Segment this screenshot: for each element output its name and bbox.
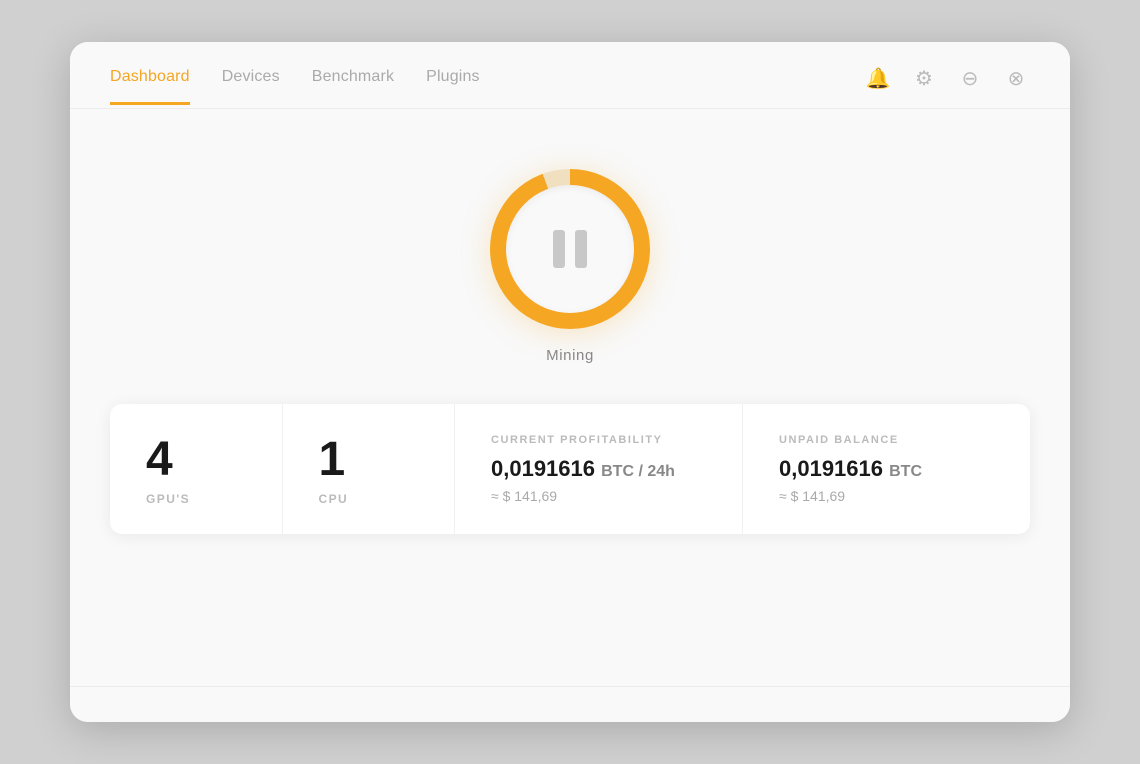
- balance-usd: ≈ $ 141,69: [779, 488, 994, 504]
- balance-unit: BTC: [889, 463, 922, 480]
- nav-benchmark[interactable]: Benchmark: [312, 68, 394, 105]
- mining-circle-inner: [506, 185, 634, 313]
- cpu-count: 1: [319, 436, 427, 484]
- pause-bar-left: [553, 230, 565, 268]
- stat-cpu: 1 CPU: [283, 404, 456, 534]
- stat-balance: UNPAID BALANCE 0,0191616 BTC ≈ $ 141,69: [743, 404, 1030, 534]
- mining-button[interactable]: [490, 169, 650, 329]
- nav-links: Dashboard Devices Benchmark Plugins: [110, 68, 480, 105]
- cpu-label: CPU: [319, 492, 427, 506]
- window-controls: 🔔 ⚙ ⊖ ⊗: [864, 64, 1030, 108]
- mining-button-wrapper: Mining: [490, 169, 650, 364]
- nav-plugins[interactable]: Plugins: [426, 68, 480, 105]
- profitability-title: CURRENT PROFITABILITY: [491, 434, 706, 446]
- stat-profitability: CURRENT PROFITABILITY 0,0191616 BTC / 24…: [455, 404, 743, 534]
- pause-icon: [553, 230, 587, 268]
- pause-bar-right: [575, 230, 587, 268]
- profitability-btc: 0,0191616 BTC / 24h: [491, 456, 706, 482]
- gpu-label: GPU'S: [146, 492, 254, 506]
- bell-icon[interactable]: 🔔: [864, 64, 892, 92]
- gear-icon[interactable]: ⚙: [910, 64, 938, 92]
- gpu-count: 4: [146, 436, 254, 484]
- profitability-unit: BTC / 24h: [601, 463, 675, 480]
- balance-btc: 0,0191616 BTC: [779, 456, 994, 482]
- nav-dashboard[interactable]: Dashboard: [110, 68, 190, 105]
- main-content: Mining 4 GPU'S 1 CPU CURRENT PROFITABILI…: [70, 109, 1070, 686]
- close-icon[interactable]: ⊗: [1002, 64, 1030, 92]
- profitability-usd: ≈ $ 141,69: [491, 488, 706, 504]
- mining-label: Mining: [546, 347, 594, 364]
- minimize-icon[interactable]: ⊖: [956, 64, 984, 92]
- bottom-bar: [70, 686, 1070, 722]
- stats-row: 4 GPU'S 1 CPU CURRENT PROFITABILITY 0,01…: [110, 404, 1030, 534]
- app-window: Dashboard Devices Benchmark Plugins 🔔 ⚙ …: [70, 42, 1070, 722]
- nav-devices[interactable]: Devices: [222, 68, 280, 105]
- stat-gpu: 4 GPU'S: [110, 404, 283, 534]
- balance-title: UNPAID BALANCE: [779, 434, 994, 446]
- nav-bar: Dashboard Devices Benchmark Plugins 🔔 ⚙ …: [70, 42, 1070, 109]
